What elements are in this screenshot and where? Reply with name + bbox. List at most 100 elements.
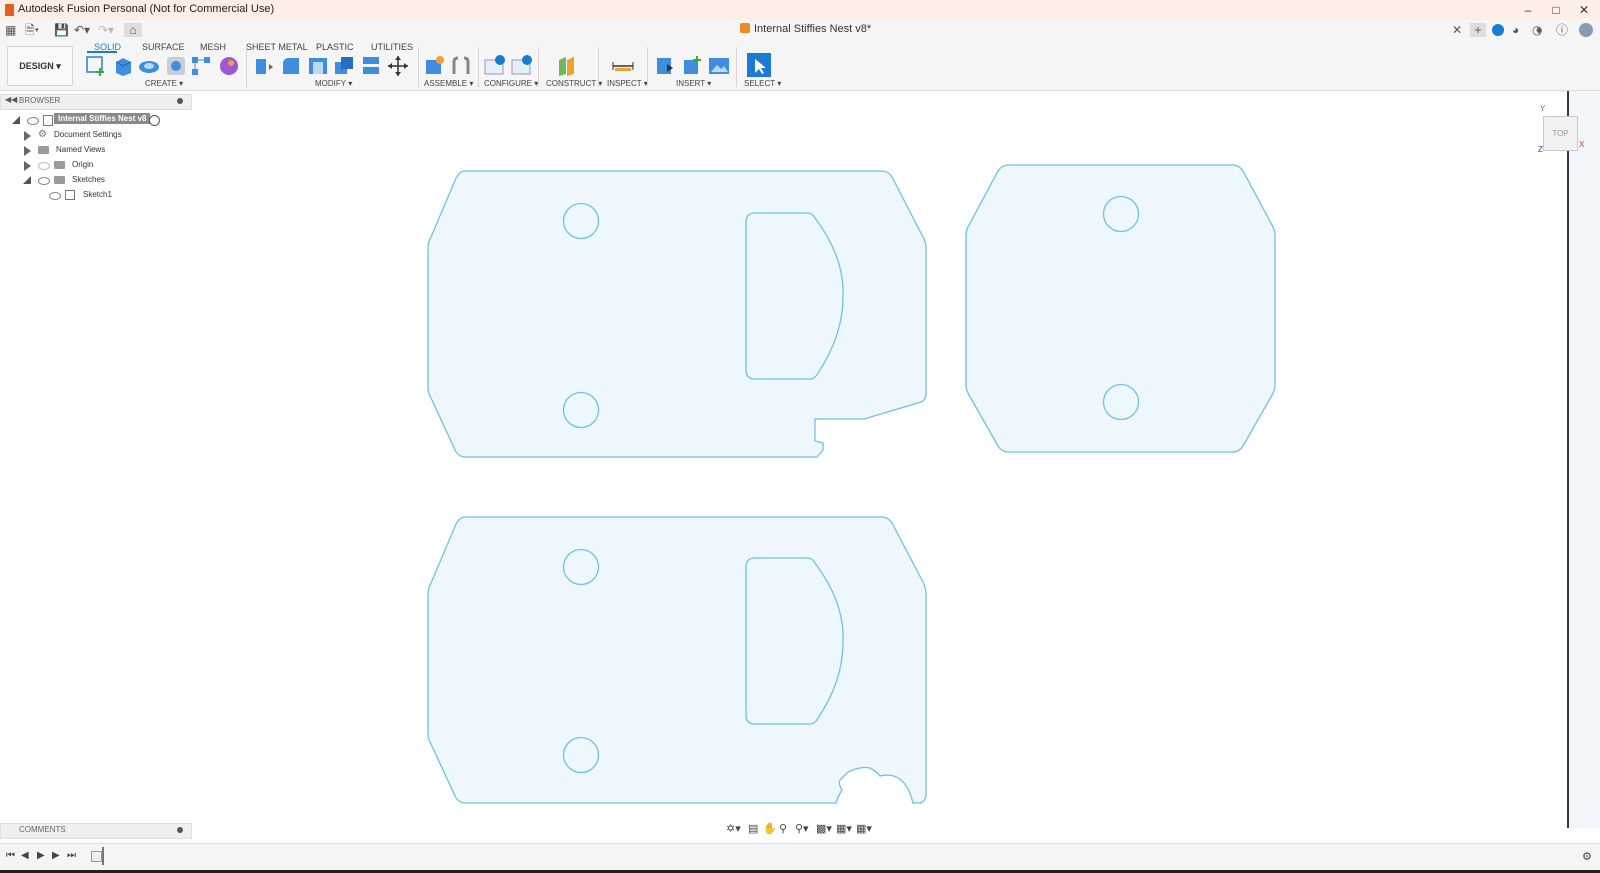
move-icon[interactable]: [386, 54, 410, 78]
new-tab-icon[interactable]: +: [1470, 23, 1486, 37]
undo-icon[interactable]: ↶▾: [74, 23, 90, 37]
revolve-icon[interactable]: [137, 54, 161, 78]
collapse-panel-icon[interactable]: ◀◀: [5, 95, 17, 104]
select-icon[interactable]: [746, 52, 772, 78]
browser-item-sketch1[interactable]: Sketch1: [0, 188, 190, 202]
fusion-app-icon: [5, 4, 14, 16]
visibility-eye-icon[interactable]: [38, 162, 50, 170]
group-inspect[interactable]: INSPECT ▾: [607, 79, 648, 88]
timeline-sketch-feature-icon[interactable]: [91, 851, 102, 862]
timeline-bar: ⏮ ◀ ▶ ▶ ⏭ ⚙: [0, 843, 1600, 871]
browser-panel-header[interactable]: ◀◀ BROWSER: [0, 94, 192, 110]
expand-triangle-icon[interactable]: [12, 116, 20, 124]
group-modify[interactable]: MODIFY ▾: [315, 79, 352, 88]
visibility-eye-icon[interactable]: [49, 192, 61, 200]
browser-item-document-settings[interactable]: ⚙ Document Settings: [0, 128, 190, 142]
browser-item-origin[interactable]: Origin: [0, 158, 190, 172]
combine-icon[interactable]: [332, 54, 356, 78]
comments-panel-header[interactable]: COMMENTS: [0, 823, 192, 839]
sketch-canvas[interactable]: [0, 90, 1600, 828]
configure-rule-icon[interactable]: [510, 54, 534, 78]
extensions-icon[interactable]: [1492, 24, 1504, 36]
go-to-end-icon[interactable]: ⏭: [67, 850, 76, 861]
insert-mesh-icon[interactable]: [680, 54, 704, 78]
create-form-icon[interactable]: [217, 54, 241, 78]
file-menu-icon[interactable]: 🗎▾: [25, 23, 39, 37]
display-settings-icon[interactable]: ▩▾: [816, 822, 832, 835]
document-tab[interactable]: Internal Stiffies Nest v8*: [740, 23, 871, 35]
group-configure[interactable]: CONFIGURE ▾: [484, 79, 538, 88]
hole-icon[interactable]: [164, 54, 188, 78]
save-icon[interactable]: 💾: [54, 23, 69, 37]
canvas-viewport[interactable]: [0, 90, 1600, 828]
visibility-eye-icon[interactable]: [38, 177, 50, 185]
browser-item-named-views[interactable]: Named Views: [0, 143, 190, 157]
window-title: Autodesk Fusion Personal (Not for Commer…: [18, 3, 275, 15]
look-at-icon[interactable]: ▤: [748, 822, 758, 835]
home-icon[interactable]: ⌂: [124, 23, 142, 37]
group-select-label: SELECT: [744, 79, 775, 88]
create-sketch-icon[interactable]: [84, 54, 108, 78]
tab-mesh[interactable]: MESH: [200, 42, 226, 52]
close-tab-icon[interactable]: ✕: [1452, 23, 1462, 37]
workspace-switcher[interactable]: DESIGN ▾: [7, 46, 73, 86]
close-button[interactable]: ✕: [1573, 2, 1595, 18]
expand-triangle-icon[interactable]: [24, 161, 31, 171]
activate-radio-icon[interactable]: [149, 115, 160, 126]
viewcube-axis-x: X: [1579, 140, 1585, 149]
offset-plane-icon[interactable]: [555, 54, 579, 78]
sketch-profile-part-1: [427, 170, 927, 458]
tab-surface[interactable]: SURFACE: [142, 42, 185, 52]
split-body-icon[interactable]: [359, 54, 383, 78]
new-component-icon[interactable]: [422, 54, 446, 78]
pan-icon[interactable]: ✋: [763, 822, 777, 835]
timeline-marker[interactable]: [102, 847, 104, 865]
step-forward-icon[interactable]: ▶: [52, 850, 60, 861]
app-grid-icon[interactable]: ▦: [5, 23, 16, 37]
redo-icon[interactable]: ↷▾: [98, 23, 114, 37]
avatar[interactable]: [1579, 23, 1593, 37]
press-pull-icon[interactable]: [252, 54, 276, 78]
comments-pin-icon[interactable]: [177, 827, 183, 833]
tab-sheet-metal[interactable]: SHEET METAL: [246, 42, 308, 52]
measure-icon[interactable]: [611, 54, 635, 78]
bell-icon[interactable]: ♦: [1536, 23, 1542, 37]
viewports-icon[interactable]: ▦▾: [856, 822, 872, 835]
timeline-settings-gear-icon[interactable]: ⚙: [1582, 850, 1592, 863]
orbit-icon[interactable]: ✡▾: [726, 822, 741, 835]
visibility-eye-icon[interactable]: [27, 117, 39, 125]
viewcube[interactable]: TOP: [1543, 116, 1578, 151]
zoom-icon[interactable]: ⚲: [779, 822, 787, 835]
configure-table-icon[interactable]: [483, 54, 507, 78]
joint-icon[interactable]: [449, 54, 473, 78]
browser-item-sketches[interactable]: Sketches: [0, 173, 190, 187]
extrude-icon[interactable]: [111, 54, 135, 78]
group-construct[interactable]: CONSTRUCT ▾: [546, 79, 602, 88]
group-assemble[interactable]: ASSEMBLE ▾: [424, 79, 473, 88]
browser-pin-icon[interactable]: [177, 98, 183, 104]
insert-derive-icon[interactable]: [653, 54, 677, 78]
grid-settings-icon[interactable]: ▦▾: [836, 822, 852, 835]
tab-plastic[interactable]: PLASTIC: [316, 42, 354, 52]
help-icon[interactable]: ⓘ: [1556, 23, 1568, 37]
fillet-icon[interactable]: [279, 54, 303, 78]
group-create[interactable]: CREATE ▾: [145, 79, 183, 88]
insert-canvas-icon[interactable]: [707, 54, 731, 78]
minimize-button[interactable]: –: [1517, 2, 1539, 18]
step-back-icon[interactable]: ◀: [21, 850, 29, 861]
expand-triangle-icon[interactable]: [24, 131, 31, 141]
group-select[interactable]: SELECT ▾: [744, 79, 781, 88]
browser-root-row[interactable]: Internal Stiffies Nest v8: [0, 113, 190, 127]
job-status-icon[interactable]: ◕: [1512, 23, 1519, 37]
pattern-icon[interactable]: [190, 54, 214, 78]
group-insert[interactable]: INSERT ▾: [676, 79, 711, 88]
play-icon[interactable]: ▶: [37, 850, 45, 861]
zoom-window-icon[interactable]: ⚲▾: [795, 822, 809, 835]
maximize-button[interactable]: □: [1545, 2, 1567, 18]
tab-utilities[interactable]: UTILITIES: [371, 42, 413, 52]
shell-icon[interactable]: [306, 54, 330, 78]
group-create-label: CREATE: [145, 79, 177, 88]
expand-triangle-icon[interactable]: [23, 176, 31, 184]
expand-triangle-icon[interactable]: [24, 146, 31, 156]
go-to-start-icon[interactable]: ⏮: [6, 850, 15, 861]
